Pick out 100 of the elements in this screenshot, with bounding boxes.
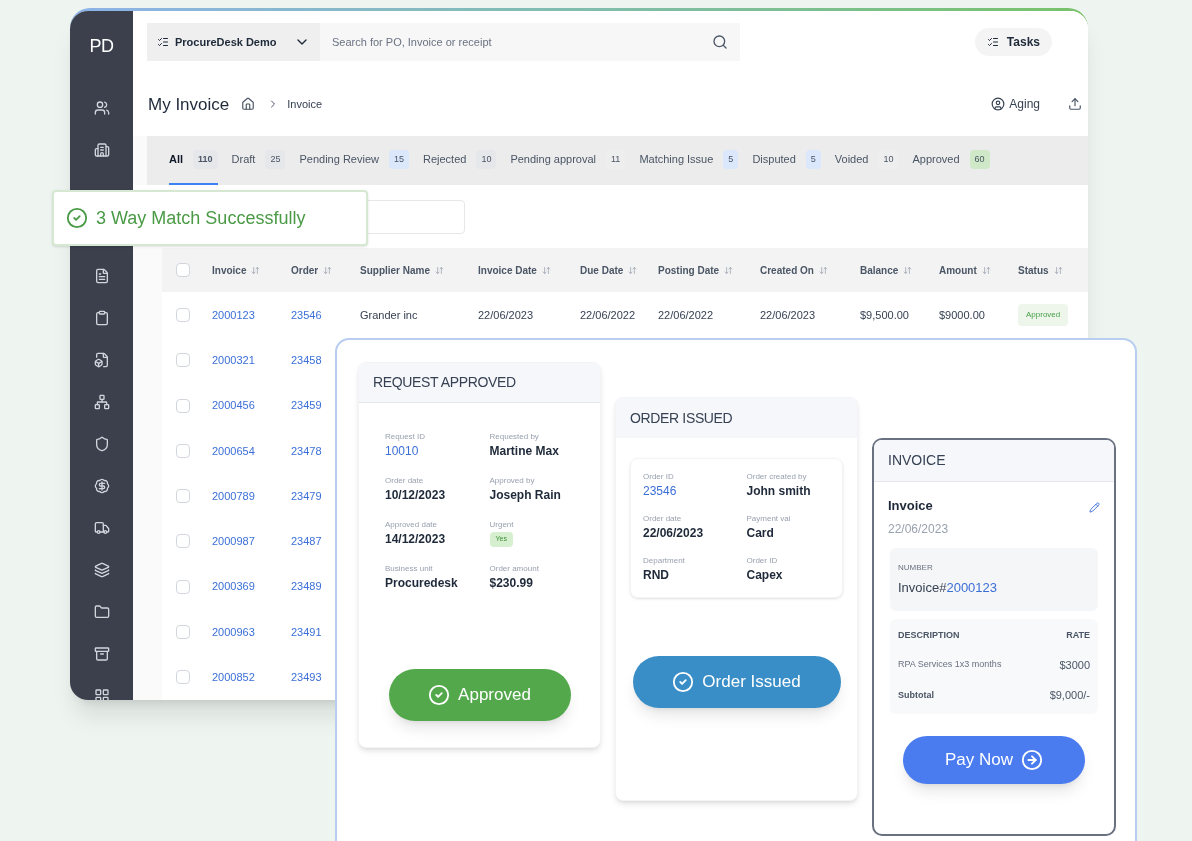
link-cell[interactable]: 23479 (291, 487, 322, 505)
status-tab[interactable]: Matching Issue 5 (639, 136, 739, 185)
status-tab[interactable]: Approved 60 (912, 136, 990, 185)
status-tab[interactable]: Pending Review 15 (299, 136, 409, 185)
column-header[interactable]: Status (1018, 262, 1049, 278)
aging-button[interactable]: Aging (991, 95, 1040, 114)
link-cell[interactable]: 2000456 (212, 397, 255, 414)
line-description: RPA Services 1x3 months (898, 658, 1002, 671)
sidebar-nav-icon[interactable] (93, 268, 110, 284)
edit-icon[interactable] (1089, 502, 1100, 513)
row-checkbox[interactable] (176, 579, 190, 594)
breadcrumb-link[interactable]: Invoice (287, 96, 323, 113)
link-cell[interactable]: 23491 (291, 623, 322, 641)
sort-icon[interactable] (628, 265, 638, 275)
row-checkbox[interactable] (176, 307, 190, 322)
link-cell[interactable]: 23458 (291, 352, 322, 369)
sort-icon[interactable] (981, 265, 991, 275)
sidebar-nav-icon[interactable] (93, 520, 110, 536)
table-cell-text: Grander inc (360, 307, 418, 323)
link-cell[interactable]: 2000789 (212, 487, 255, 505)
status-tab[interactable]: Draft 25 (231, 136, 286, 185)
field-value[interactable]: 23546 (643, 484, 727, 499)
column-header[interactable]: Amount (939, 262, 977, 278)
link-cell[interactable]: 23493 (291, 669, 322, 686)
field-value: Procuredesk (385, 576, 459, 591)
count-badge: 5 (805, 149, 821, 170)
column-header[interactable]: Due Date (580, 262, 624, 278)
sort-icon[interactable] (323, 265, 333, 275)
status-tab[interactable]: Rejected 10 (422, 136, 497, 185)
invoice-number-prefix: Invoice# (898, 578, 947, 597)
sidebar-nav-icon[interactable] (93, 688, 110, 700)
header-checkbox[interactable] (176, 263, 190, 278)
sidebar-nav-icon[interactable] (93, 604, 110, 620)
link-cell[interactable]: 2000369 (212, 578, 255, 595)
search-field[interactable]: Search for PO, Invoice or receipt (320, 22, 740, 61)
sidebar-nav-icon[interactable] (93, 100, 110, 116)
link-cell[interactable]: 23489 (291, 578, 322, 595)
sidebar-nav-icon[interactable] (93, 646, 110, 662)
column-header[interactable]: Supplier Name (360, 262, 431, 278)
field-label: Order date (385, 477, 425, 485)
sort-icon[interactable] (818, 265, 828, 275)
link-cell[interactable]: 2000123 (212, 306, 255, 324)
invoice-number-link[interactable]: 2000123 (946, 577, 998, 597)
row-checkbox[interactable] (176, 534, 190, 549)
row-checkbox[interactable] (176, 489, 190, 504)
row-checkbox[interactable] (176, 398, 190, 413)
status-tab[interactable]: All 110 (169, 136, 218, 185)
field-value[interactable]: 10010 (385, 444, 470, 459)
column-header[interactable]: Invoice Date (478, 262, 537, 278)
field-value: Joseph Rain (489, 488, 562, 503)
invoice-name: Invoice (888, 497, 934, 515)
row-checkbox[interactable] (176, 670, 190, 685)
order-issued-button[interactable]: Order Issued (632, 656, 841, 708)
link-cell[interactable]: 23459 (291, 397, 322, 414)
column-header[interactable]: Created On (760, 262, 814, 278)
pay-now-button[interactable]: Pay Now (903, 735, 1085, 784)
sort-icon[interactable] (1053, 265, 1063, 275)
tasks-button[interactable]: Tasks (974, 27, 1052, 56)
number-label: NUMBER (898, 561, 934, 574)
sort-icon[interactable] (251, 265, 261, 275)
column-header[interactable]: Balance (860, 262, 899, 278)
row-checkbox[interactable] (176, 353, 190, 368)
link-cell[interactable]: 2000963 (212, 623, 255, 641)
link-cell[interactable]: 23487 (291, 533, 322, 550)
link-cell[interactable]: 2000852 (212, 669, 255, 686)
sort-icon[interactable] (903, 265, 913, 275)
link-cell[interactable]: 2000654 (212, 442, 255, 460)
status-tab[interactable]: Pending approval 11 (510, 136, 626, 185)
sidebar-nav-icon[interactable] (93, 352, 110, 368)
tasks-icon (986, 35, 999, 48)
row-checkbox[interactable] (176, 443, 190, 458)
sidebar-nav-icon[interactable] (93, 394, 110, 410)
invoice-date: 22/06/2023 (888, 520, 949, 538)
app-logo[interactable]: PD (89, 33, 114, 60)
sort-icon[interactable] (435, 265, 445, 275)
status-tab[interactable]: Disputed 5 (752, 136, 821, 185)
sort-icon[interactable] (724, 265, 734, 275)
link-cell[interactable]: 2000321 (212, 352, 255, 369)
column-header[interactable]: Invoice (212, 262, 247, 278)
link-cell[interactable]: 23546 (291, 306, 322, 324)
table-cell-text: 22/06/2023 (760, 307, 816, 323)
workspace-icon (157, 35, 169, 48)
sidebar-nav-icon[interactable] (93, 310, 110, 326)
row-checkbox[interactable] (176, 625, 190, 640)
column-header[interactable]: Order (291, 262, 319, 278)
export-icon[interactable] (1068, 97, 1082, 112)
workspace-dropdown[interactable]: ProcureDesk Demo (147, 22, 320, 61)
sidebar-nav-icon[interactable] (93, 142, 110, 158)
home-icon[interactable] (241, 97, 256, 112)
status-tab[interactable]: Voided 10 (834, 136, 899, 185)
sidebar-nav-icon[interactable] (93, 478, 110, 494)
field-label: Request ID (385, 433, 427, 441)
column-header: RATE (1066, 629, 1090, 642)
sidebar-nav-icon[interactable] (93, 562, 110, 578)
link-cell[interactable]: 2000987 (212, 533, 255, 550)
link-cell[interactable]: 23478 (291, 442, 322, 460)
sidebar-nav-icon[interactable] (93, 436, 110, 452)
filter-field[interactable] (365, 199, 465, 234)
sort-icon[interactable] (541, 265, 551, 275)
column-header[interactable]: Posting Date (658, 262, 720, 278)
